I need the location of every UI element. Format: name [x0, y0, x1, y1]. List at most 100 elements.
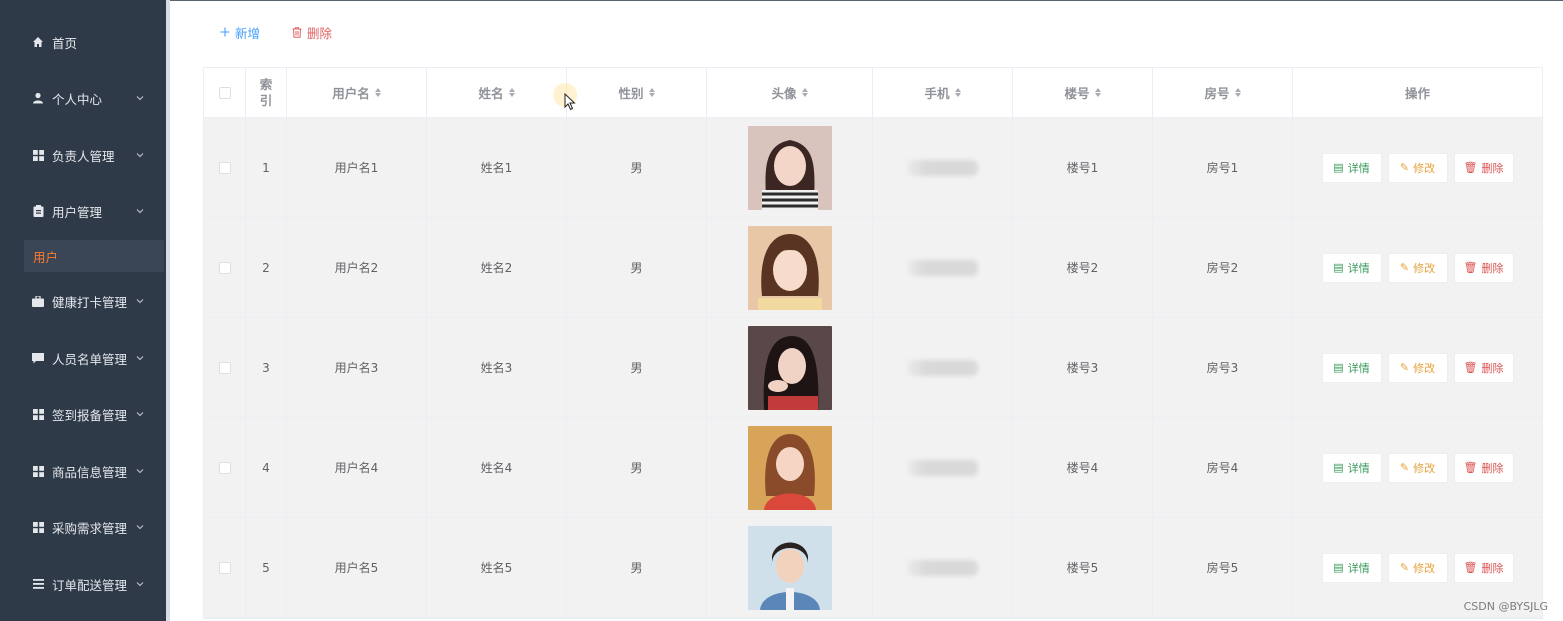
detail-label: 详情 [1347, 161, 1370, 175]
cell-index: 2 [246, 218, 287, 317]
header-name[interactable]: 姓名 [427, 68, 567, 117]
delete-label: 删除 [1481, 461, 1504, 475]
sidebar-item-personnel-list[interactable]: 人员名单管理 [0, 338, 166, 378]
phone-redacted [907, 559, 978, 576]
cell-username: 用户名3 [287, 318, 427, 417]
delete-button[interactable]: 🗑 删除 [1453, 352, 1514, 383]
avatar[interactable] [747, 425, 832, 510]
cell-room: 房号1 [1153, 118, 1293, 217]
row-checkbox[interactable] [218, 461, 231, 474]
cell-room: 房号4 [1153, 418, 1293, 517]
cell-actions: ▤ 详情 ✎ 修改 🗑 删除 [1293, 118, 1542, 217]
detail-button[interactable]: ▤ 详情 [1321, 552, 1382, 583]
sort-icon[interactable] [648, 88, 655, 97]
header-building-label: 楼号 [1064, 86, 1090, 101]
delete-button[interactable]: 🗑 删除 [1453, 152, 1514, 183]
detail-button[interactable]: ▤ 详情 [1321, 152, 1382, 183]
cell-username: 用户名5 [287, 518, 427, 617]
add-button[interactable]: 新增 [220, 23, 260, 41]
table-row: 5 用户名5 姓名5 男 楼号5 房号5 ▤ 详情 ✎ 修改 🗑 删除 [204, 518, 1542, 618]
edit-button[interactable]: ✎ 修改 [1387, 552, 1448, 583]
cell-actions: ▤ 详情 ✎ 修改 🗑 删除 [1293, 318, 1542, 417]
detail-button[interactable]: ▤ 详情 [1321, 352, 1382, 383]
edit-icon: ✎ [1399, 261, 1410, 274]
header-username[interactable]: 用户名 [287, 68, 427, 117]
sort-icon[interactable] [1094, 88, 1101, 97]
edit-label: 修改 [1413, 161, 1436, 175]
grid-icon [32, 521, 44, 533]
sidebar-item-signin-report[interactable]: 签到报备管理 [0, 394, 166, 434]
cell-phone [873, 118, 1013, 217]
sidebar-item-user-management[interactable]: 用户管理 [0, 191, 166, 231]
sidebar-item-home[interactable]: 首页 [0, 22, 166, 62]
grid-icon [32, 408, 44, 420]
grid-icon [32, 149, 44, 161]
user-table: 索引 用户名 姓名 性别 头像 手机 楼号 房号 操作 1 用户名1 姓名1 男… [203, 67, 1543, 619]
row-checkbox[interactable] [218, 561, 231, 574]
sidebar-item-label: 采购需求管理 [52, 520, 128, 536]
cell-actions: ▤ 详情 ✎ 修改 🗑 删除 [1293, 418, 1542, 517]
sidebar-item-product-info[interactable]: 商品信息管理 [0, 451, 166, 491]
avatar[interactable] [747, 125, 832, 210]
header-avatar[interactable]: 头像 [707, 68, 873, 117]
cell-name: 姓名4 [427, 418, 567, 517]
row-checkbox[interactable] [218, 361, 231, 374]
header-room[interactable]: 房号 [1153, 68, 1293, 117]
sidebar-item-manager[interactable]: 负责人管理 [0, 135, 166, 175]
header-checkbox-cell [204, 68, 246, 117]
edit-button[interactable]: ✎ 修改 [1387, 352, 1448, 383]
detail-label: 详情 [1347, 261, 1370, 275]
select-all-checkbox[interactable] [218, 86, 231, 99]
sidebar-item-label: 签到报备管理 [52, 407, 128, 423]
cell-index: 1 [246, 118, 287, 217]
edit-button[interactable]: ✎ 修改 [1387, 252, 1448, 283]
sort-icon[interactable] [801, 88, 808, 97]
detail-icon: ▤ [1333, 461, 1344, 474]
edit-button[interactable]: ✎ 修改 [1387, 452, 1448, 483]
cell-phone [873, 318, 1013, 417]
sidebar-item-label: 用户管理 [52, 204, 103, 220]
detail-button[interactable]: ▤ 详情 [1321, 252, 1382, 283]
cell-name: 姓名3 [427, 318, 567, 417]
sidebar-item-health-checkin[interactable]: 健康打卡管理 [0, 281, 166, 321]
sidebar-item-profile[interactable]: 个人中心 [0, 78, 166, 118]
delete-button[interactable]: 🗑 删除 [1453, 452, 1514, 483]
detail-label: 详情 [1347, 361, 1370, 375]
sidebar-subitem-user[interactable]: 用户 [24, 240, 164, 272]
sort-icon[interactable] [1234, 88, 1241, 97]
sort-icon[interactable] [374, 88, 381, 97]
batch-delete-button[interactable]: 删除 [292, 23, 332, 41]
header-phone[interactable]: 手机 [873, 68, 1013, 117]
cell-gender: 男 [567, 418, 707, 517]
avatar[interactable] [747, 525, 832, 610]
delete-button[interactable]: 🗑 删除 [1453, 252, 1514, 283]
delete-label: 删除 [1481, 261, 1504, 275]
row-checkbox-cell [204, 518, 246, 617]
sidebar-item-order-delivery[interactable]: 订单配送管理 [0, 564, 166, 604]
edit-label: 修改 [1413, 261, 1436, 275]
detail-button[interactable]: ▤ 详情 [1321, 452, 1382, 483]
table-row: 1 用户名1 姓名1 男 楼号1 房号1 ▤ 详情 ✎ 修改 🗑 删除 [204, 118, 1542, 218]
cell-phone [873, 218, 1013, 317]
header-building[interactable]: 楼号 [1013, 68, 1153, 117]
chevron-down-icon [136, 96, 144, 101]
edit-icon: ✎ [1399, 161, 1410, 174]
sidebar-item-label: 健康打卡管理 [52, 294, 128, 310]
avatar[interactable] [747, 225, 832, 310]
header-gender[interactable]: 性别 [567, 68, 707, 117]
delete-label: 删除 [1481, 361, 1504, 375]
cell-room: 房号2 [1153, 218, 1293, 317]
header-avatar-label: 头像 [771, 86, 797, 101]
row-checkbox[interactable] [218, 261, 231, 274]
delete-button[interactable]: 🗑 删除 [1453, 552, 1514, 583]
avatar[interactable] [747, 325, 832, 410]
cell-name: 姓名2 [427, 218, 567, 317]
user-icon [32, 92, 44, 104]
sort-icon[interactable] [508, 88, 515, 97]
row-checkbox[interactable] [218, 161, 231, 174]
edit-button[interactable]: ✎ 修改 [1387, 152, 1448, 183]
sort-icon[interactable] [954, 88, 961, 97]
cell-avatar [707, 418, 873, 517]
detail-icon: ▤ [1333, 561, 1344, 574]
sidebar-item-purchase-demand[interactable]: 采购需求管理 [0, 507, 166, 547]
